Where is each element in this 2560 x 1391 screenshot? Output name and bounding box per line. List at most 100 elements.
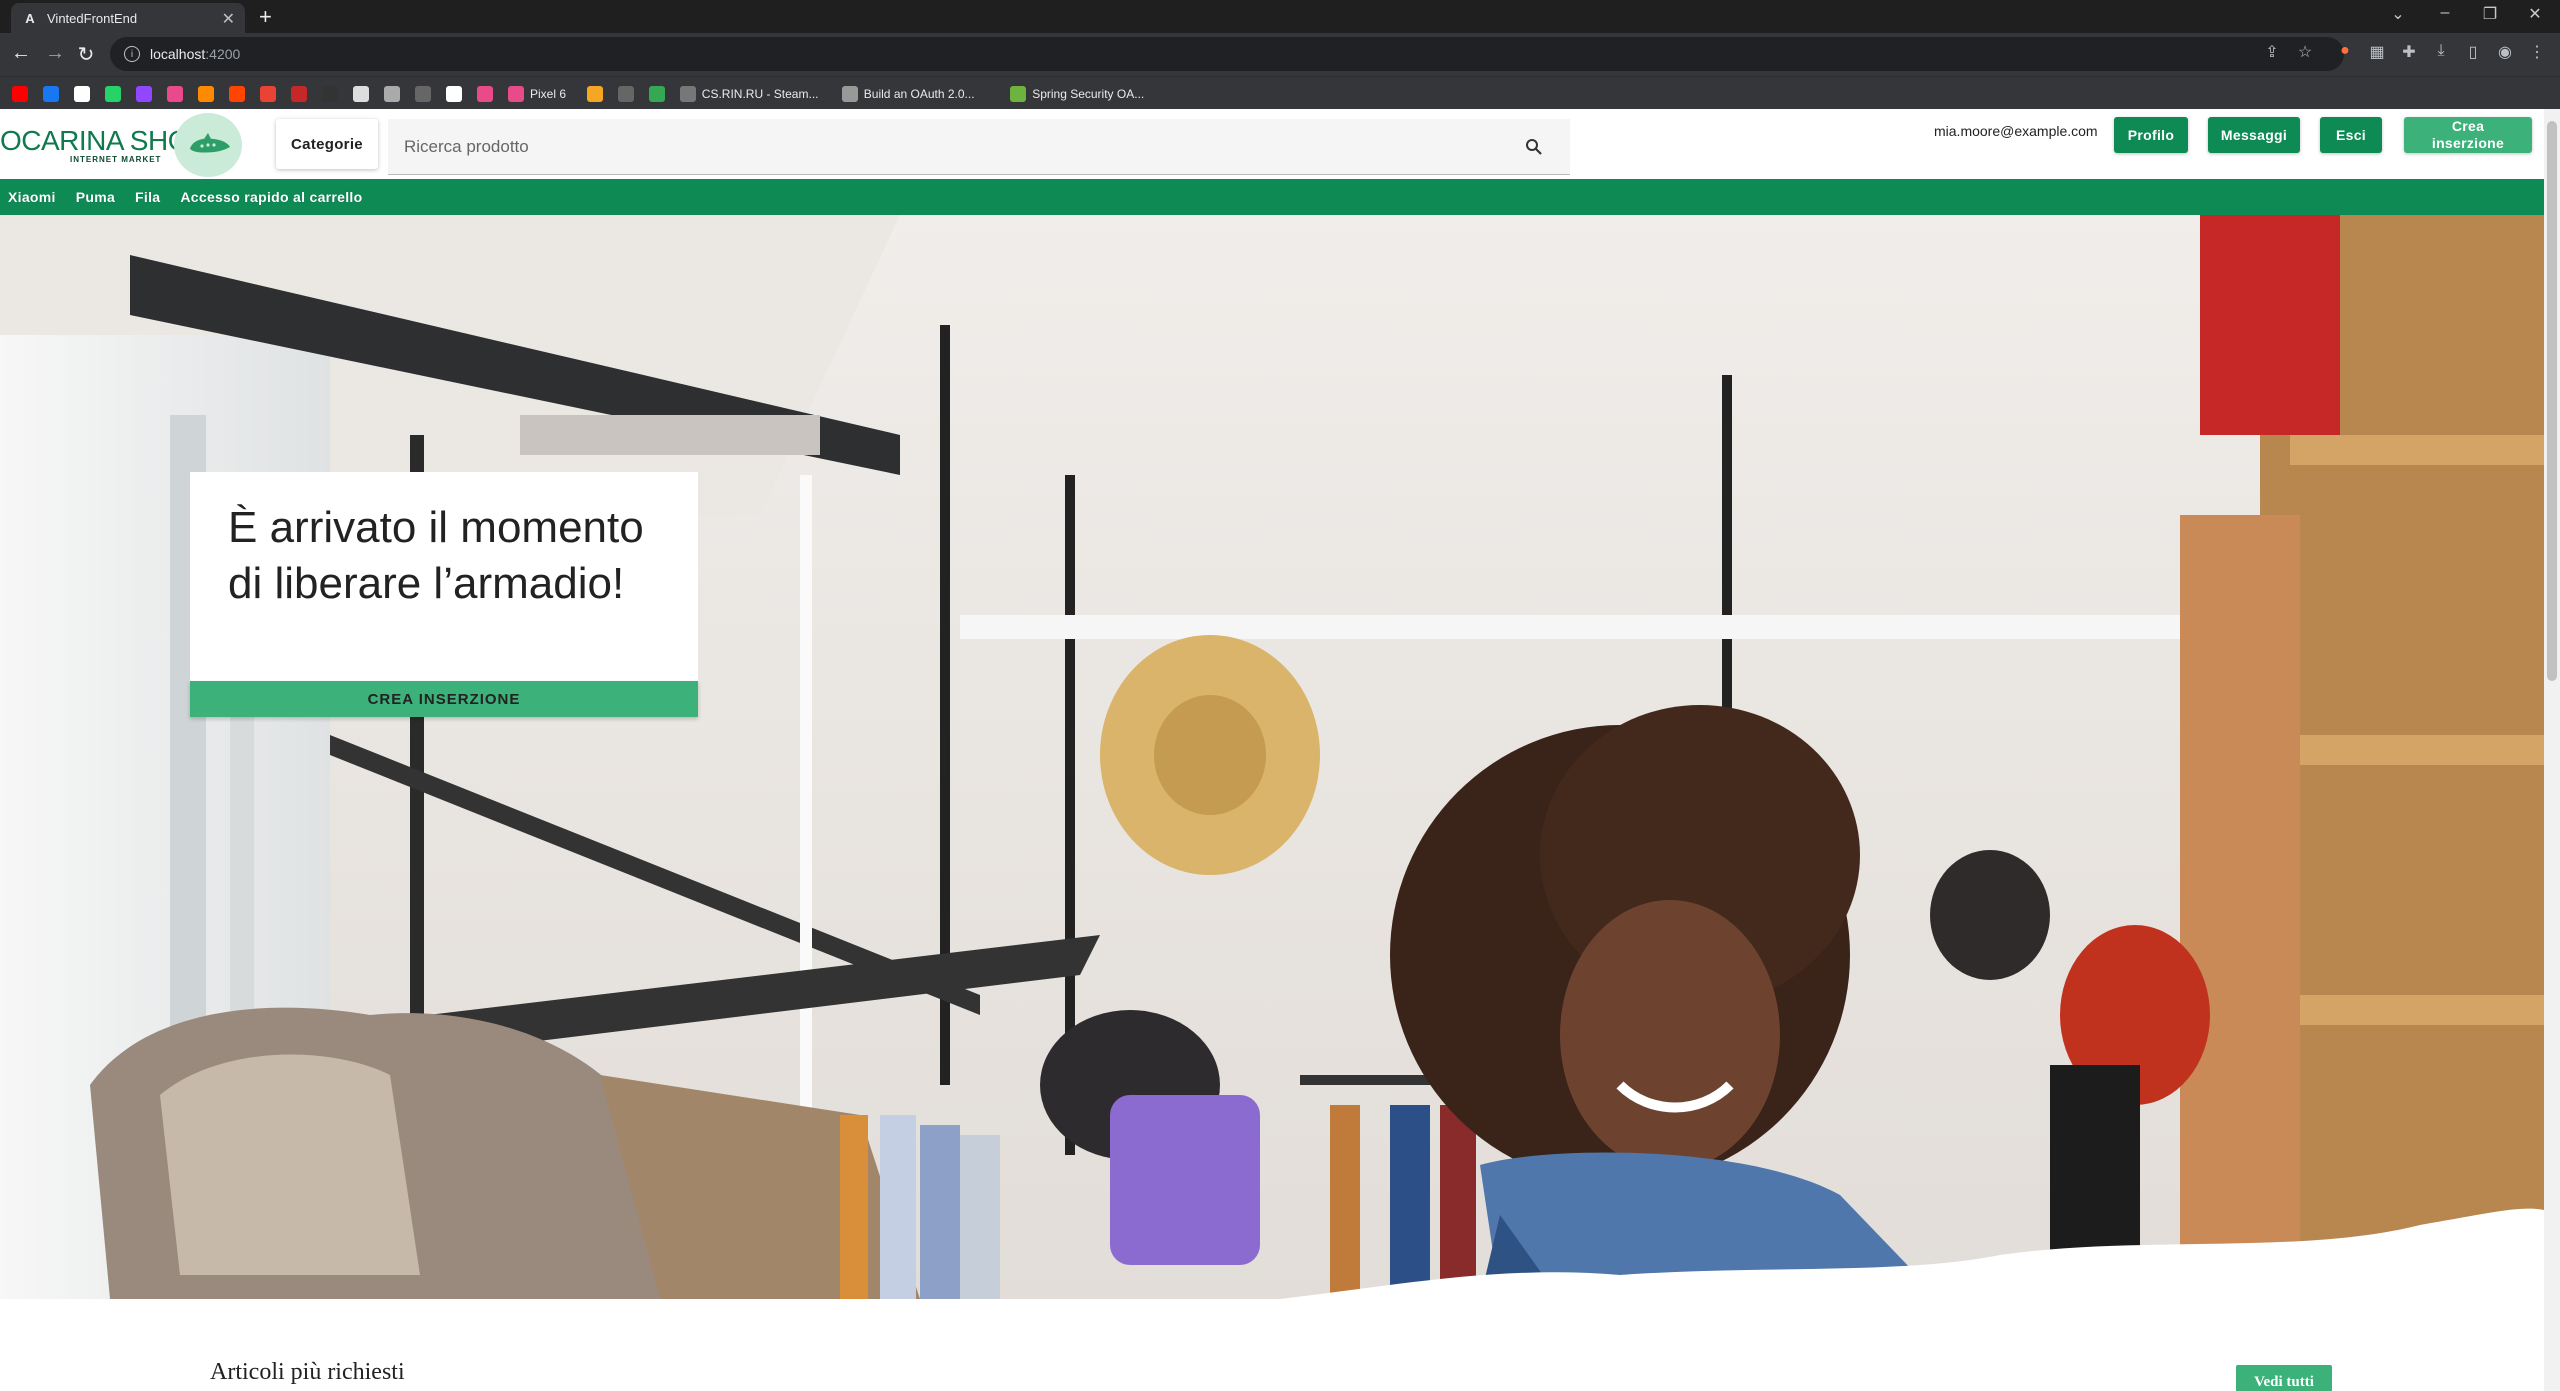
create-listing-label-line2: inserzione: [2431, 135, 2505, 151]
bookmark-item[interactable]: [198, 85, 220, 103]
bookmark-item[interactable]: [322, 85, 344, 103]
tab-search-icon[interactable]: ⌄: [2383, 4, 2413, 24]
messages-button[interactable]: Messaggi: [2208, 117, 2300, 153]
facebook-icon: [43, 86, 59, 102]
bookmark-item[interactable]: Spring Security OA...: [1010, 85, 1144, 103]
url-port: :4200: [205, 46, 241, 62]
extension-icon[interactable]: ▦: [2365, 42, 2389, 62]
bookmark-item[interactable]: [617, 85, 640, 103]
bookmark-item[interactable]: [74, 85, 96, 103]
bookmark-icon: [617, 86, 634, 102]
bookmark-item[interactable]: [229, 85, 251, 103]
github-icon: [446, 86, 462, 102]
spring-icon: [1010, 86, 1027, 102]
angular-icon: A: [25, 10, 35, 26]
download-icon[interactable]: ⤓: [2429, 42, 2453, 60]
hero-create-listing-button[interactable]: CREA INSERZIONE: [190, 681, 698, 717]
nav-link-xiaomi[interactable]: Xiaomi: [8, 189, 56, 205]
bookmark-item[interactable]: Build an OAuth 2.0...: [841, 85, 975, 103]
bookmark-item[interactable]: [136, 85, 158, 103]
bookmark-item[interactable]: [167, 85, 189, 103]
side-panel-icon[interactable]: ▯: [2461, 42, 2485, 62]
bookmark-item[interactable]: [43, 85, 65, 103]
bookmark-item[interactable]: [105, 85, 127, 103]
minimize-icon[interactable]: –: [2430, 4, 2460, 22]
bookmark-item[interactable]: [415, 85, 437, 103]
reload-icon[interactable]: ↻: [73, 42, 99, 67]
ocarina-icon: [190, 133, 230, 153]
bookmark-item[interactable]: [384, 85, 406, 103]
new-tab-icon[interactable]: +: [259, 4, 272, 30]
see-all-button[interactable]: Vedi tutti: [2236, 1365, 2332, 1391]
bookmark-item[interactable]: [291, 85, 313, 103]
bookmark-icon: [384, 86, 400, 102]
create-listing-label-line1: Crea: [2451, 118, 2485, 134]
logout-button[interactable]: Esci: [2320, 117, 2382, 153]
bookmark-item[interactable]: [260, 85, 282, 103]
puzzle-icon[interactable]: ✚: [2397, 42, 2421, 62]
reddit-icon: [229, 86, 245, 102]
site-header: OCARINA SHOP INTERNET MARKET Categorie m…: [0, 109, 2544, 179]
search-input[interactable]: [404, 136, 1504, 157]
hero-title: È arrivato il momento di liberare l’arma…: [228, 503, 644, 608]
quick-nav-bar: Xiaomi Puma Fila Accesso rapido al carre…: [0, 179, 2544, 215]
bookmark-label: Build an OAuth 2.0...: [863, 87, 975, 101]
bookmark-item[interactable]: [446, 85, 468, 103]
forward-icon[interactable]: →: [42, 42, 68, 65]
star-icon[interactable]: ☆: [2293, 42, 2317, 62]
bookmark-icon: [322, 86, 338, 102]
search-box: [388, 119, 1570, 175]
avatar-icon[interactable]: ◉: [2493, 42, 2517, 62]
site-info-icon[interactable]: i: [124, 46, 140, 62]
share-icon[interactable]: ⇪: [2260, 42, 2284, 62]
bookmarks-bar: Pixel 6 CS.RIN.RU - Steam... Build an OAut…: [0, 76, 2560, 109]
youtube-icon: [12, 86, 28, 102]
menu-icon[interactable]: ⋮: [2525, 42, 2549, 62]
page-scrollbar[interactable]: [2544, 109, 2560, 1391]
bookmark-icon: [679, 86, 696, 102]
bookmark-icon: [415, 86, 431, 102]
bookmark-item[interactable]: [586, 85, 609, 103]
whatsapp-icon: [105, 86, 121, 102]
nav-link-puma[interactable]: Puma: [76, 189, 115, 205]
restore-icon[interactable]: ❐: [2475, 4, 2505, 24]
bookmark-item[interactable]: [648, 85, 671, 103]
bookmark-icon: [198, 86, 214, 102]
close-tab-icon[interactable]: ✕: [222, 9, 235, 29]
bookmark-item[interactable]: [353, 85, 375, 103]
gmail-icon: [260, 86, 276, 102]
back-icon[interactable]: ←: [8, 42, 34, 65]
bookmark-icon: [167, 86, 183, 102]
browser-chrome: A VintedFrontEnd ✕ + ⌄ – ❐ ✕ ← → ↻ i loc…: [0, 0, 2560, 109]
bookmark-icon: [291, 86, 307, 102]
bookmark-icon: [353, 86, 369, 102]
bookmark-item[interactable]: [477, 85, 499, 103]
bookmark-item[interactable]: Pixel 6: [508, 85, 566, 103]
bookmark-item[interactable]: [12, 85, 34, 103]
bookmark-icon: [508, 86, 524, 102]
address-bar[interactable]: i localhost:4200: [110, 37, 2344, 71]
search-icon[interactable]: [1524, 137, 1544, 157]
bookmark-label: Pixel 6: [530, 87, 567, 101]
twitch-icon: [136, 86, 152, 102]
bookmark-label: Spring Security OA...: [1032, 87, 1145, 101]
nav-link-cart[interactable]: Accesso rapido al carrello: [180, 189, 362, 205]
page-content: OCARINA SHOP INTERNET MARKET Categorie m…: [0, 109, 2544, 1391]
section-title: Articoli più richiesti: [210, 1359, 405, 1385]
tab-title: VintedFrontEnd: [47, 10, 138, 26]
drive-icon: [648, 86, 665, 102]
scrollbar-thumb[interactable]: [2547, 121, 2557, 681]
logo-badge[interactable]: [174, 113, 242, 177]
tab-strip: A VintedFrontEnd ✕ + ⌄ – ❐ ✕: [0, 0, 2560, 33]
browser-toolbar: ← → ↻ i localhost:4200 ⇪ ☆ ● ▦ ✚ ⤓ ▯ ◉ ⋮: [0, 33, 2560, 76]
close-window-icon[interactable]: ✕: [2520, 4, 2550, 24]
bookmark-label: CS.RIN.RU - Steam...: [701, 87, 819, 101]
profile-button[interactable]: Profilo: [2114, 117, 2188, 153]
create-listing-button[interactable]: Crea inserzione: [2404, 117, 2532, 153]
nav-link-fila[interactable]: Fila: [135, 189, 160, 205]
bookmark-icon: [586, 86, 603, 102]
categories-button[interactable]: Categorie: [276, 119, 378, 169]
extension-icon[interactable]: ●: [2333, 42, 2357, 60]
browser-tab[interactable]: A VintedFrontEnd ✕: [11, 3, 245, 33]
bookmark-item[interactable]: CS.RIN.RU - Steam...: [679, 85, 819, 103]
